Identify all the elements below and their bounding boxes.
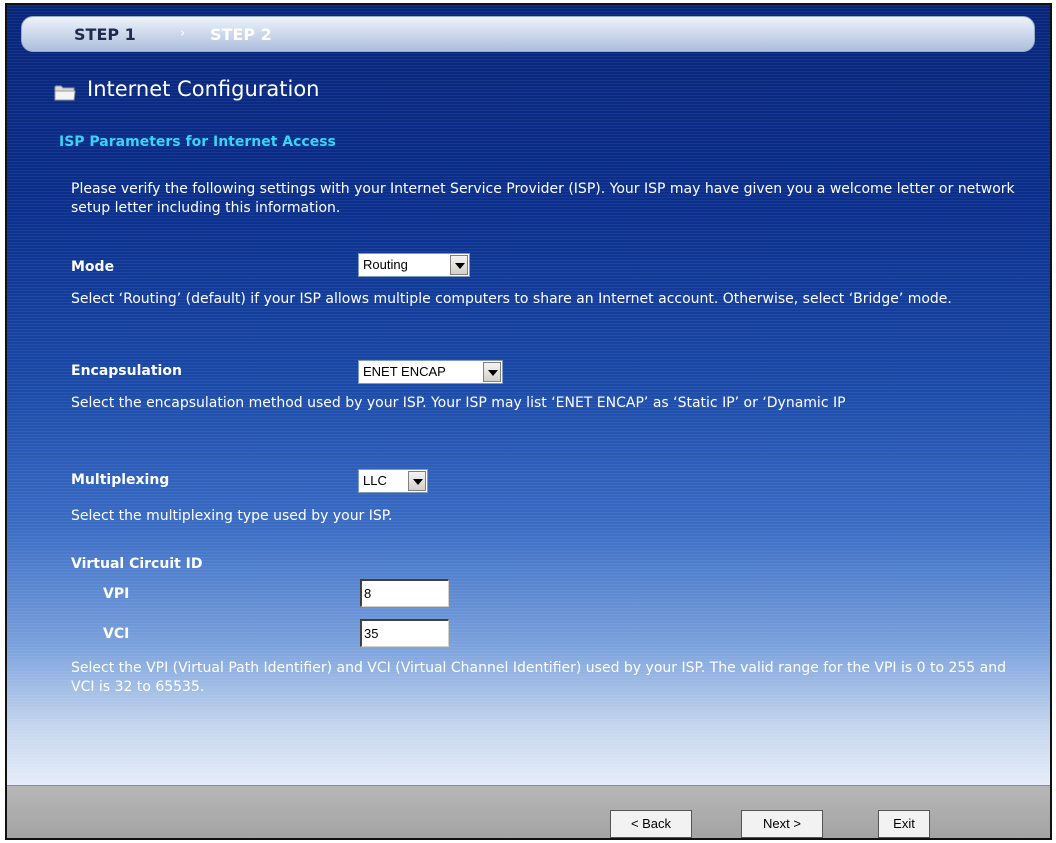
mode-help-text: Select ‘Routing’ (default) if your ISP a… [71,291,952,307]
multiplexing-help-text: Select the multiplexing type used by you… [71,508,393,524]
page-title: Internet Configuration [87,77,320,101]
folder-icon [54,85,76,101]
step-arrow-icon: › [180,26,186,41]
wizard-window: STEP 1 › STEP 2 Internet Configuration I… [5,3,1052,840]
multiplexing-select-value: LLC [363,473,387,488]
back-button[interactable]: < Back [610,810,692,838]
vci-label: VCI [103,626,130,642]
step-indicator-bar: STEP 1 › STEP 2 [21,16,1035,52]
vpi-label: VPI [103,586,130,602]
chevron-down-icon[interactable] [483,362,501,382]
multiplexing-select[interactable]: LLC [358,469,428,493]
vpi-input[interactable]: 8 [360,579,449,607]
next-button[interactable]: Next > [741,810,823,838]
exit-button[interactable]: Exit [878,810,930,838]
button-bar: < Back Next > Exit [7,785,1050,838]
vci-input[interactable]: 35 [360,619,449,647]
chevron-down-icon[interactable] [408,471,426,491]
virtual-circuit-help-text: Select the VPI (Virtual Path Identifier)… [71,660,1006,695]
encapsulation-select-value: ENET ENCAP [363,364,446,379]
step-1-label: STEP 1 [74,25,136,44]
intro-text: Please verify the following settings wit… [71,181,1015,216]
mode-label: Mode [71,259,115,275]
encapsulation-label: Encapsulation [71,363,182,379]
virtual-circuit-label: Virtual Circuit ID [71,556,203,572]
chevron-down-icon[interactable] [450,255,468,275]
mode-select-value: Routing [363,257,408,272]
step-2-label: STEP 2 [210,25,272,44]
encapsulation-select[interactable]: ENET ENCAP [358,360,503,384]
mode-select[interactable]: Routing [358,253,470,277]
encapsulation-help-text: Select the encapsulation method used by … [71,395,846,411]
section-title: ISP Parameters for Internet Access [59,134,336,150]
multiplexing-label: Multiplexing [71,472,170,488]
